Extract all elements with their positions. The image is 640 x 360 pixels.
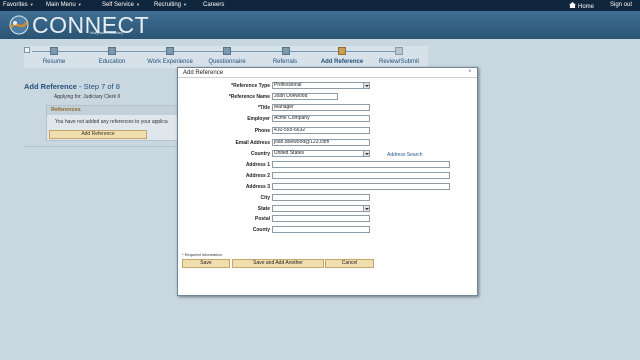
step-label-referrals[interactable]: Referrals [273, 59, 297, 65]
chevron-down-icon: ▼ [77, 2, 82, 7]
address3-label: Address 3 [245, 184, 270, 190]
step-label-education[interactable]: Education [99, 59, 126, 65]
title-input[interactable]: Manager [272, 104, 370, 111]
dropdown-arrow-icon[interactable] [363, 151, 369, 156]
dialog-title: Add Reference [183, 70, 224, 76]
step-node-review-submit[interactable] [395, 47, 403, 55]
menu-recruiting[interactable]: Recruiting ▼ [154, 2, 187, 8]
postal-label: Postal [254, 216, 270, 222]
menu-main-menu[interactable]: Main Menu ▼ [46, 2, 82, 8]
country-select[interactable]: United States [272, 150, 370, 157]
references-panel: References You have not added any refere… [46, 105, 180, 141]
state-label: State [257, 206, 270, 212]
county-label: County [252, 227, 270, 233]
save-and-add-another-button[interactable]: Save and Add Another [232, 259, 324, 268]
chevron-down-icon: ▼ [136, 2, 140, 7]
email-label: Email Address [235, 140, 270, 146]
step-progress-line [32, 51, 402, 52]
cancel-button[interactable]: Cancel [325, 259, 374, 268]
chevron-down-icon: ▼ [183, 2, 187, 7]
county-input[interactable] [272, 226, 370, 233]
dropdown-arrow-icon[interactable] [363, 206, 369, 211]
dialog-header: Add Reference × [178, 68, 477, 78]
reference-type-label: *Reference Type [231, 83, 270, 89]
city-label: City [260, 195, 270, 201]
required-info-note: * Required information [182, 252, 222, 257]
menu-careers[interactable]: Careers [203, 2, 224, 8]
add-reference-dialog: Add Reference × *Reference Type Professi… [177, 67, 478, 296]
phone-label: Phone [254, 128, 270, 134]
step-node-resume[interactable] [50, 47, 58, 55]
chevron-down-icon: ▼ [29, 2, 34, 7]
address1-input[interactable] [272, 161, 450, 168]
step-start-marker [24, 47, 30, 53]
title-label: *Title [257, 105, 270, 111]
menu-self-service[interactable]: Self Service ▼ [102, 2, 140, 8]
page-title: Add Reference - Step 7 of 8 [24, 82, 120, 91]
step-node-education[interactable] [108, 47, 116, 55]
no-references-message: You have not added any references to you… [55, 119, 168, 125]
logo-seal-icon [9, 15, 29, 35]
address-search-link[interactable]: Address Search [387, 152, 423, 158]
postal-input[interactable] [272, 215, 370, 222]
top-navigation-bar: Favorites ▼ Main Menu ▼ Self Service ▼ Recr… [0, 0, 640, 11]
applying-for-text: Applying for: Judiciary Clerk II [54, 94, 121, 100]
step-node-work-experience[interactable] [166, 47, 174, 55]
step-label-add-reference[interactable]: Add Reference [321, 59, 363, 65]
step-node-referrals[interactable] [282, 47, 290, 55]
brand-subtitle: Maryland Judiciary [90, 30, 124, 35]
step-node-add-reference[interactable] [338, 47, 346, 55]
employer-input[interactable]: Acme Company [272, 115, 370, 122]
city-input[interactable] [272, 194, 370, 201]
state-select[interactable] [272, 205, 370, 212]
home-icon [569, 2, 576, 8]
step-node-questionnaire[interactable] [223, 47, 231, 55]
reference-name-label: *Reference Name [228, 94, 270, 100]
dropdown-arrow-icon[interactable] [363, 83, 369, 88]
phone-input[interactable]: 410-555-6632 [272, 127, 370, 134]
step-label-review-submit[interactable]: Review/Submit [379, 59, 419, 65]
address2-input[interactable] [272, 172, 450, 179]
email-input[interactable]: joan.doewood@123.com [272, 139, 370, 146]
step-label-questionnaire[interactable]: Questionnaire [208, 59, 245, 65]
step-label-resume[interactable]: Resume [43, 59, 65, 65]
close-icon[interactable]: × [467, 69, 473, 75]
add-reference-button[interactable]: Add Reference [49, 130, 147, 139]
save-button[interactable]: Save [182, 259, 230, 268]
references-heading: References [47, 106, 179, 115]
address3-input[interactable] [272, 183, 450, 190]
address1-label: Address 1 [245, 162, 270, 168]
home-link[interactable]: Home [569, 2, 594, 10]
employer-label: Employer [247, 116, 270, 122]
address2-label: Address 2 [245, 173, 270, 179]
signout-link[interactable]: Sign out [610, 2, 632, 8]
reference-name-input[interactable]: Joan Doewood [272, 93, 338, 100]
menu-favorites[interactable]: Favorites ▼ [3, 2, 34, 8]
reference-type-select[interactable]: Professional [272, 82, 370, 89]
country-label: Country [250, 151, 270, 157]
step-label-work-experience[interactable]: Work Experience [147, 59, 193, 65]
